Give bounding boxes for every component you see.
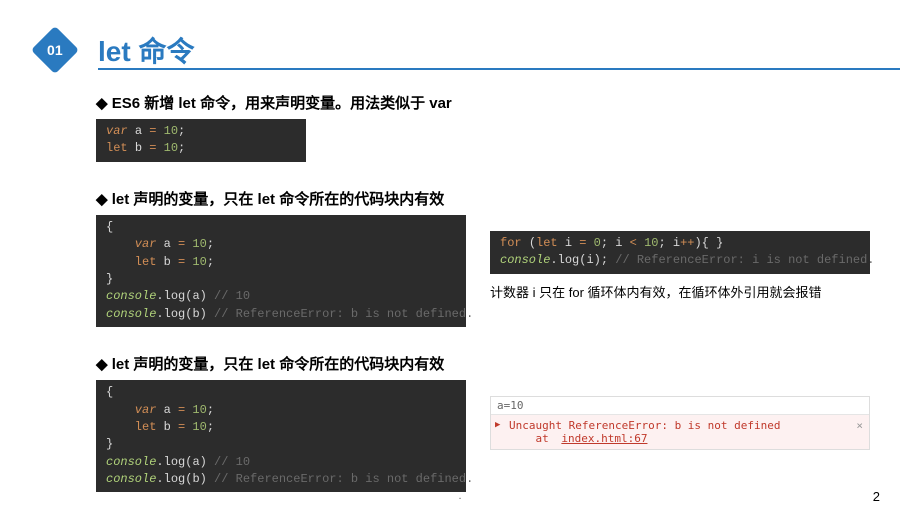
close-icon[interactable]: × (856, 419, 863, 432)
error-at: at (536, 432, 556, 445)
console-output-line: a=10 (491, 397, 869, 415)
bullet-1: ES6 新增 let 命令，用来声明变量。用法类似于 var (96, 92, 920, 113)
error-icon: ▶ (495, 420, 505, 430)
error-message: Uncaught ReferenceError: b is not define… (509, 419, 781, 432)
title-underline (98, 68, 900, 70)
section-badge: 01 (31, 26, 79, 74)
note-for-loop: 计数器 i 只在 for 循环体内有效，在循环体外引用就会报错 (490, 282, 870, 301)
section-3-right: a=10 ▶ Uncaught ReferenceError: b is not… (490, 380, 870, 450)
slide-header: 01 let 命令 (0, 0, 920, 70)
section-number: 01 (47, 42, 63, 58)
slide-title: let 命令 (98, 30, 194, 70)
section-2-right: for (let i = 0; i < 10; i++){ } console.… (490, 215, 870, 301)
error-source-link[interactable]: index.html:67 (561, 432, 647, 445)
slide-content: ES6 新增 let 命令，用来声明变量。用法类似于 var var a = 1… (0, 70, 920, 492)
footer-mark: . (458, 490, 461, 502)
bullet-2: let 声明的变量，只在 let 命令所在的代码块内有效 (96, 188, 920, 209)
bullet-3: let 声明的变量，只在 let 命令所在的代码块内有效 (96, 353, 920, 374)
devtools-console: a=10 ▶ Uncaught ReferenceError: b is not… (490, 396, 870, 450)
code-block-1: var a = 10; let b = 10; (96, 119, 306, 162)
page-number: 2 (873, 489, 880, 504)
console-error: ▶ Uncaught ReferenceError: b is not defi… (491, 415, 869, 449)
code-block-2-right: for (let i = 0; i < 10; i++){ } console.… (490, 231, 870, 274)
code-block-2-left: { var a = 10; let b = 10; } console.log(… (96, 215, 466, 327)
code-block-3-left: { var a = 10; let b = 10; } console.log(… (96, 380, 466, 492)
